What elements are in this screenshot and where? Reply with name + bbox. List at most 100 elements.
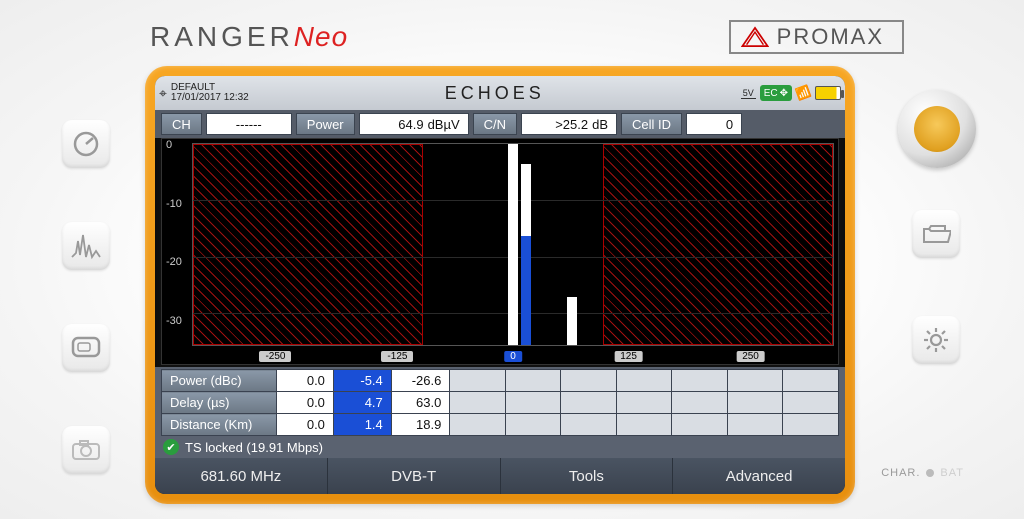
gauge-icon	[71, 129, 101, 159]
row-header: Distance (Km)	[162, 414, 277, 436]
ytick: -10	[166, 198, 182, 210]
table-cell	[783, 392, 839, 414]
page-title: ECHOES	[255, 83, 735, 104]
echo-bar-selected[interactable]	[521, 236, 531, 345]
row-header: Delay (µs)	[162, 392, 277, 414]
echoes-chart[interactable]: 0 -10 -20 -30 -250	[161, 138, 839, 365]
readout-bar: CH ------ Power 64.9 dBµV C/N >25.2 dB C…	[155, 110, 845, 138]
table-cell[interactable]: 4.7	[333, 392, 391, 414]
cn-label: C/N	[473, 113, 517, 135]
echo-bar-selected-top	[521, 164, 531, 236]
screen-bezel: ⌖ DEFAULT 17/01/2017 12:32 ECHOES 5V EC …	[145, 66, 855, 504]
table-cell	[727, 370, 783, 392]
y-axis-labels: 0 -10 -20 -30	[166, 139, 192, 348]
camera-icon	[70, 438, 102, 462]
table-cell[interactable]: 63.0	[391, 392, 450, 414]
ts-status-text: TS locked (19.91 Mbps)	[185, 440, 323, 455]
tools-button[interactable]: Tools	[501, 458, 674, 494]
xtick: -125	[381, 351, 413, 362]
table-cell	[450, 414, 506, 436]
voltage-indicator: 5V	[741, 88, 756, 99]
table-row: Delay (µs)0.04.763.0	[162, 392, 839, 414]
tv-icon	[70, 335, 102, 361]
table-cell	[561, 392, 617, 414]
cn-unit: dB	[588, 117, 608, 132]
move-icon: ✥	[780, 88, 788, 99]
xtick: -250	[259, 351, 291, 362]
table-cell	[783, 370, 839, 392]
ec-label: EC	[764, 88, 778, 99]
table-cell[interactable]: 0.0	[276, 414, 333, 436]
advanced-button[interactable]: Advanced	[673, 458, 845, 494]
table-cell	[672, 414, 728, 436]
antenna-icon: 📶	[794, 84, 813, 102]
brand-title: RANGERNeo	[150, 21, 348, 53]
table-cell[interactable]: -26.6	[391, 370, 450, 392]
ytick: -30	[166, 315, 182, 327]
table-row: Distance (Km)0.01.418.9	[162, 414, 839, 436]
gear-icon	[922, 326, 950, 354]
target-icon: ⌖	[159, 85, 167, 102]
table-cell	[450, 392, 506, 414]
echoes-table: Power (dBc)0.0-5.4-26.6Delay (µs)0.04.76…	[155, 367, 845, 436]
char-label-text: CHAR.	[881, 467, 920, 479]
hw-settings-button[interactable]	[912, 316, 960, 364]
ytick: 0	[166, 139, 172, 151]
x-axis-labels: -250 -125 0 125 250	[192, 348, 834, 362]
cellid-value: 0	[686, 113, 742, 135]
char-led-icon	[926, 469, 934, 477]
xtick: 125	[614, 351, 643, 362]
brand-suffix: Neo	[294, 21, 348, 52]
spectrum-icon	[70, 231, 102, 261]
ec-badge: EC ✥	[760, 85, 792, 101]
table-row: Power (dBc)0.0-5.4-26.6	[162, 370, 839, 392]
timestamp: 17/01/2017 12:32	[171, 93, 249, 103]
freq-button[interactable]: 681.60 MHz	[155, 458, 328, 494]
table-cell	[561, 414, 617, 436]
brand-maker-badge: PROMAX	[729, 20, 904, 54]
xtick: 250	[736, 351, 765, 362]
ch-label: CH	[161, 113, 202, 135]
table-cell	[783, 414, 839, 436]
table-cell[interactable]: 0.0	[276, 370, 333, 392]
table-cell	[727, 392, 783, 414]
hw-spectrum-button[interactable]	[62, 222, 110, 270]
table-cell	[672, 392, 728, 414]
table-cell[interactable]: 1.4	[333, 414, 391, 436]
echo-bar-main[interactable]	[508, 144, 518, 345]
table-cell	[727, 414, 783, 436]
table-cell	[672, 370, 728, 392]
table-cell	[505, 392, 561, 414]
ch-value[interactable]: ------	[206, 113, 292, 135]
status-bar: ⌖ DEFAULT 17/01/2017 12:32 ECHOES 5V EC …	[155, 76, 845, 110]
table-cell[interactable]: -5.4	[333, 370, 391, 392]
xtick-center: 0	[504, 351, 522, 362]
battery-icon	[815, 86, 841, 100]
charge-indicator: CHAR. BAT	[881, 467, 964, 479]
hw-folder-button[interactable]	[912, 210, 960, 258]
lcd-screen: ⌖ DEFAULT 17/01/2017 12:32 ECHOES 5V EC …	[155, 76, 845, 494]
promax-logo-icon	[741, 26, 769, 48]
ytick: -20	[166, 256, 182, 268]
folder-open-icon	[921, 222, 951, 246]
table-cell	[616, 370, 672, 392]
echo-bar-3[interactable]	[567, 297, 577, 345]
guard-zone-left	[193, 144, 423, 345]
power-label: Power	[296, 113, 355, 135]
hw-gauge-button[interactable]	[62, 120, 110, 168]
rotary-knob[interactable]	[898, 90, 976, 168]
brand-name: RANGER	[150, 21, 294, 52]
cellid-label: Cell ID	[621, 113, 682, 135]
table-cell[interactable]: 0.0	[276, 392, 333, 414]
power-num: 64.9	[398, 117, 423, 132]
cn-num: >25.2	[555, 117, 588, 132]
table-cell[interactable]: 18.9	[391, 414, 450, 436]
table-cell	[505, 414, 561, 436]
hw-tv-button[interactable]	[62, 324, 110, 372]
chart-plot-area	[192, 143, 834, 346]
table-cell	[561, 370, 617, 392]
hw-camera-button[interactable]	[62, 426, 110, 474]
standard-button[interactable]: DVB-T	[328, 458, 501, 494]
brand-maker: PROMAX	[777, 24, 884, 50]
checkmark-icon: ✔	[163, 439, 179, 455]
